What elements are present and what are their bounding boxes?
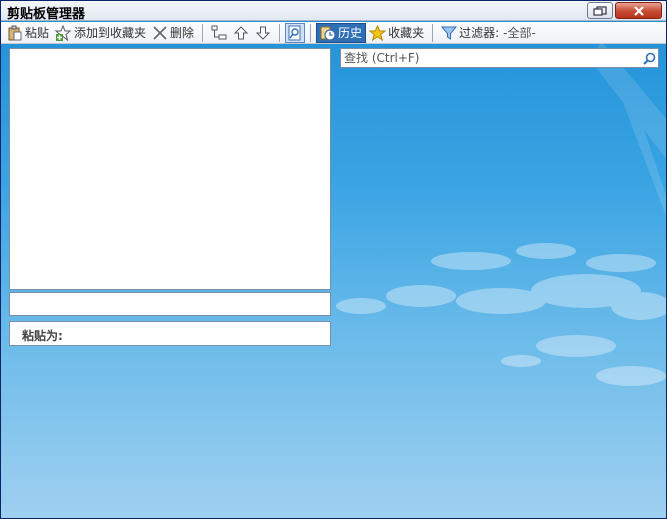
delete-label: 删除	[170, 26, 195, 40]
toolbar-separator	[202, 23, 204, 42]
delete-button[interactable]: 删除	[149, 23, 197, 43]
tree-icon	[211, 25, 227, 39]
toolbar-separator	[432, 23, 434, 42]
paste-as-panel: 粘贴为:	[9, 321, 331, 346]
filter-label: 过滤器:	[459, 26, 500, 40]
clipboard-icon	[8, 25, 22, 40]
close-x-icon	[633, 5, 644, 16]
paste-button[interactable]: 粘贴	[4, 23, 52, 43]
preview-toggle-button[interactable]	[285, 22, 306, 43]
title-bar: 剪贴板管理器	[1, 1, 666, 22]
history-label: 历史	[338, 26, 363, 40]
magnifier-page-icon	[288, 25, 301, 40]
toolbar: 粘贴 添加到收藏夹 删除 历史 收藏夹 过滤器: -全部-	[1, 22, 666, 44]
tree-view-button[interactable]	[208, 23, 230, 43]
clipboard-history-list[interactable]	[9, 48, 331, 290]
add-to-favorites-button[interactable]: 添加到收藏夹	[52, 23, 149, 43]
funnel-icon	[441, 26, 458, 40]
favorites-button[interactable]: 收藏夹	[366, 23, 427, 43]
clipboard-preview-field[interactable]	[9, 292, 331, 316]
paste-label: 粘贴	[25, 26, 50, 40]
close-button[interactable]	[615, 2, 662, 19]
filter-value: -全部-	[503, 26, 536, 40]
search-box	[340, 48, 659, 68]
move-up-button[interactable]	[230, 23, 252, 43]
toolbar-separator	[279, 23, 281, 42]
search-button[interactable]	[640, 49, 658, 67]
search-input[interactable]	[341, 49, 640, 67]
history-clock-icon	[320, 26, 336, 41]
move-down-button[interactable]	[252, 23, 274, 43]
delete-x-icon	[153, 25, 167, 40]
paste-as-label: 粘贴为:	[22, 329, 63, 343]
search-icon	[642, 52, 655, 65]
filter-dropdown[interactable]: 过滤器: -全部-	[438, 23, 539, 43]
favorites-label: 收藏夹	[388, 26, 425, 40]
arrow-down-icon	[255, 26, 271, 40]
arrow-up-icon	[233, 25, 249, 39]
history-button[interactable]: 历史	[316, 22, 367, 43]
star-icon	[369, 24, 387, 41]
restore-icon	[593, 5, 607, 16]
window-title: 剪贴板管理器	[7, 7, 86, 22]
star-add-icon	[55, 24, 72, 41]
add-to-favorites-label: 添加到收藏夹	[74, 26, 147, 40]
clipboard-manager-window: 剪贴板管理器 粘贴 添加到收藏夹 删除 历史 收藏夹 过滤器: -全部- 粘贴为…	[0, 0, 667, 519]
restore-button[interactable]	[587, 2, 613, 19]
toolbar-separator	[310, 23, 312, 42]
